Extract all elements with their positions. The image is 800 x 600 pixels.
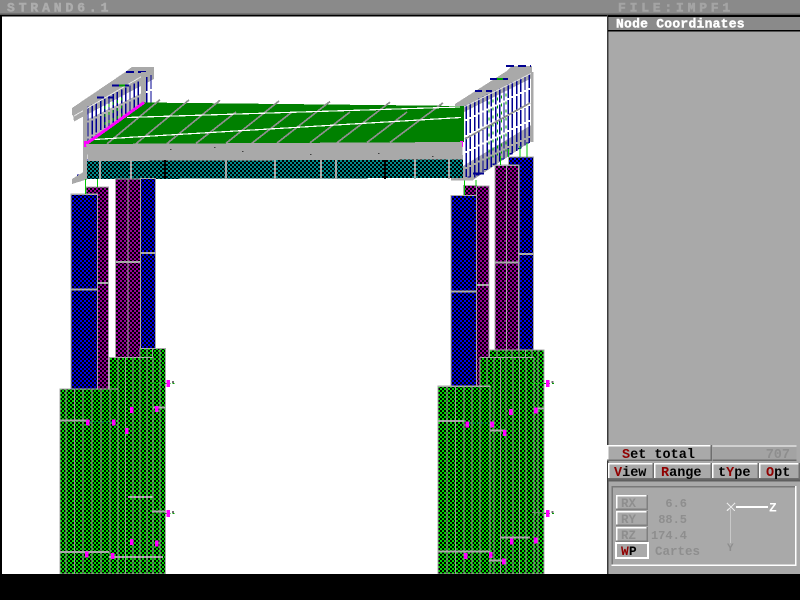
svg-text:Cartes: Cartes: [655, 545, 700, 559]
svg-text:tYpe: tYpe: [718, 466, 750, 481]
svg-text:707: 707: [766, 448, 790, 463]
svg-text:WP: WP: [621, 544, 637, 559]
svg-text:Y: Y: [727, 543, 734, 555]
svg-text:STRAND6.1: STRAND6.1: [7, 1, 112, 16]
svg-text:RX: RX: [621, 497, 637, 511]
svg-text:Z: Z: [769, 501, 777, 516]
svg-text:Node Coordinates: Node Coordinates: [616, 17, 745, 32]
svg-text:174.4: 174.4: [651, 529, 687, 543]
svg-text:Set total: Set total: [622, 448, 695, 463]
svg-text:RZ: RZ: [621, 529, 636, 543]
svg-text:FILE:IMPF1: FILE:IMPF1: [618, 1, 734, 16]
svg-text:6.6: 6.6: [665, 497, 687, 511]
svg-text:88.5: 88.5: [658, 513, 687, 527]
svg-text:RY: RY: [621, 513, 637, 527]
svg-text:Range: Range: [661, 466, 702, 481]
svg-text:View: View: [614, 466, 647, 481]
svg-text:Opt: Opt: [766, 466, 790, 481]
